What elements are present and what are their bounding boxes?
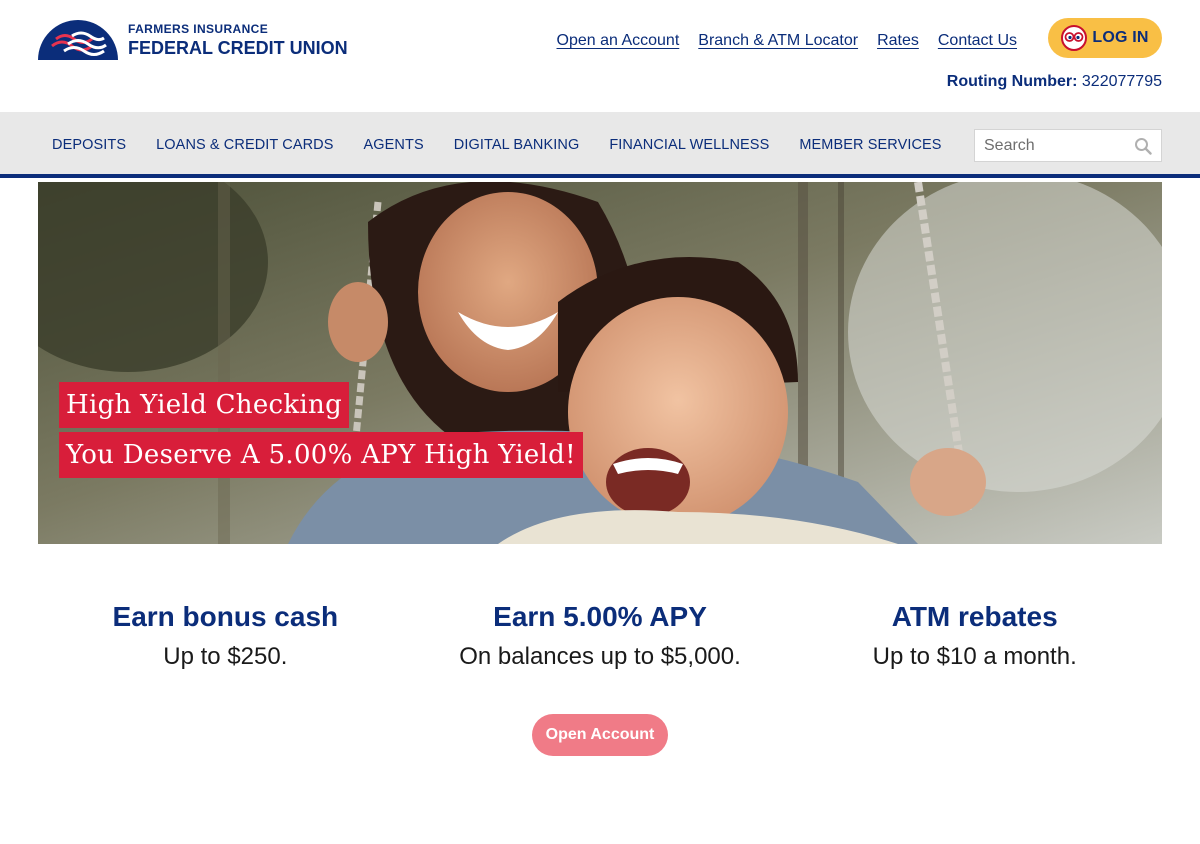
nav-item-member-services[interactable]: MEMBER SERVICES (784, 137, 956, 153)
hero-photo (38, 182, 1162, 544)
feature-title: ATM rebates (891, 601, 1058, 632)
utility-links: Open an Account Branch & ATM Locator Rat… (557, 32, 1017, 50)
main-nav: DEPOSITS LOANS & CREDIT CARDS AGENTS DIG… (0, 112, 1200, 178)
nav-item-deposits[interactable]: DEPOSITS (37, 137, 141, 153)
feature-bonus-cash: Earn bonus cash Up to $250. (38, 598, 413, 676)
rates-link[interactable]: Rates (877, 32, 919, 50)
feature-highlights: Earn bonus cash Up to $250. Earn 5.00% A… (38, 598, 1162, 676)
nav-item-financial-wellness[interactable]: FINANCIAL WELLNESS (594, 137, 784, 153)
feature-atm-rebates: ATM rebates Up to $10 a month. (787, 598, 1162, 676)
login-button[interactable]: LOG IN (1048, 18, 1162, 58)
feature-text: Up to $10 a month. (872, 643, 1077, 670)
feature-text: On balances up to $5,000. (459, 643, 741, 670)
feature-apy: Earn 5.00% APY On balances up to $5,000. (413, 598, 788, 676)
feature-text: Up to $250. (163, 643, 288, 670)
routing-number-value: 322077795 (1081, 73, 1162, 90)
nav-menu: DEPOSITS LOANS & CREDIT CARDS AGENTS DIG… (37, 112, 957, 178)
logo-icon (38, 20, 118, 60)
routing-number: Routing Number: 322077795 (947, 73, 1162, 91)
open-account-button[interactable]: Open Account (532, 714, 668, 756)
eyes-avatar-icon (1061, 25, 1088, 51)
nav-item-agents[interactable]: AGENTS (349, 137, 439, 153)
routing-number-label: Routing Number: (946, 73, 1078, 90)
branch-atm-locator-link[interactable]: Branch & ATM Locator (698, 32, 858, 50)
nav-item-digital-banking[interactable]: DIGITAL BANKING (439, 137, 595, 153)
site-header: FARMERS INSURANCE FEDERAL CREDIT UNION O… (0, 0, 1200, 112)
login-label: LOG IN (1092, 29, 1149, 46)
search-box (974, 129, 1162, 162)
search-input[interactable] (975, 130, 1125, 161)
feature-title: Earn bonus cash (112, 601, 339, 632)
feature-title: Earn 5.00% APY (493, 601, 707, 632)
brand-name: FARMERS INSURANCE FEDERAL CREDIT UNION (128, 23, 348, 57)
hero-banner[interactable]: High Yield Checking You Deserve A 5.00% … (38, 182, 1162, 544)
brand-logo[interactable]: FARMERS INSURANCE FEDERAL CREDIT UNION (38, 20, 348, 60)
hero-subheadline: You Deserve A 5.00% APY High Yield! (59, 432, 583, 478)
nav-item-loans-credit-cards[interactable]: LOANS & CREDIT CARDS (141, 137, 348, 153)
contact-us-link[interactable]: Contact Us (938, 32, 1017, 50)
brand-name-top: FARMERS INSURANCE (128, 22, 269, 36)
hero-headline: High Yield Checking (59, 382, 350, 428)
brand-name-bottom: FEDERAL CREDIT UNION (128, 38, 348, 58)
open-an-account-link[interactable]: Open an Account (557, 32, 680, 50)
search-icon[interactable] (1134, 137, 1152, 155)
